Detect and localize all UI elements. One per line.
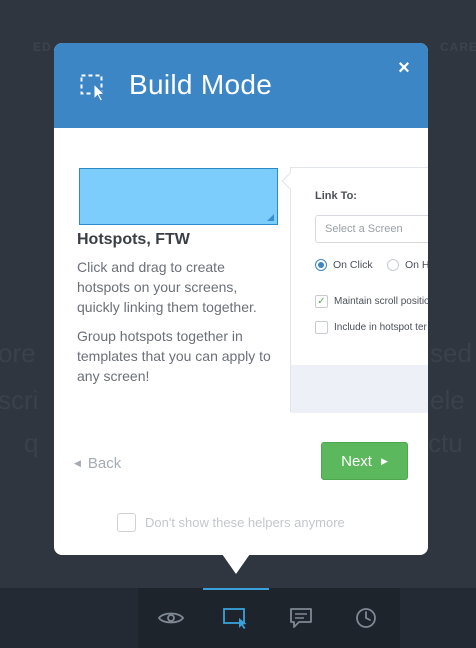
checkbox-label: Maintain scroll positio (334, 295, 428, 307)
background-nav-item: CARE (440, 40, 476, 54)
modal-header: Build Mode × (54, 43, 428, 128)
dont-show-label: Don't show these helpers anymore (145, 515, 345, 530)
modal-title: Build Mode (129, 69, 273, 100)
build-tool[interactable] (203, 588, 269, 648)
build-mode-icon (223, 608, 247, 629)
radio-unchecked-icon (387, 259, 399, 271)
eye-icon (158, 612, 184, 624)
hotspot-cursor-icon (80, 74, 106, 102)
history-tool[interactable] (333, 588, 399, 648)
background-nav-item: ED (33, 40, 52, 54)
checkbox-label: Include in hotspot ter (334, 321, 427, 333)
next-button[interactable]: Next ▶ (321, 442, 408, 480)
arrow-right-icon: ▶ (380, 455, 388, 466)
background-text: ele (430, 385, 465, 415)
feature-description: Click and drag to create hotspots on you… (77, 259, 257, 315)
comment-icon (290, 608, 312, 628)
radio-on-hover: On H (387, 258, 428, 272)
next-label: Next (341, 452, 372, 470)
comment-tool[interactable] (268, 588, 334, 648)
check-icon: ✓ (315, 294, 328, 308)
background-text: ore (0, 338, 36, 368)
arrow-left-icon: ◀ (74, 457, 81, 468)
checkbox-empty-icon (315, 320, 328, 334)
history-icon (356, 608, 376, 628)
radio-label: On H (405, 259, 428, 271)
build-mode-helper-modal: Build Mode × Hotspots, FTW Click and dra… (54, 43, 428, 555)
toolbar-tools (138, 588, 400, 648)
feature-title: Hotspots, FTW (77, 231, 190, 248)
resize-handle-icon (267, 214, 274, 221)
checkbox-empty-icon (117, 513, 136, 532)
back-button[interactable]: ◀ Back (74, 453, 121, 473)
background-text: sed (430, 338, 472, 368)
panel-footer (291, 365, 428, 413)
background-text: scri (0, 385, 39, 415)
background-text: ctu (428, 428, 463, 458)
radio-on-click: On Click (315, 258, 373, 272)
screen-select-preview: Select a Screen (315, 215, 428, 243)
link-panel-preview: Link To: Select a Screen On Click On H ✓… (281, 167, 428, 413)
feature-description-secondary: Group hotspots together in templates tha… (77, 328, 271, 384)
back-label: Back (87, 454, 122, 472)
radio-checked-icon (315, 259, 327, 271)
modal-pointer (222, 554, 250, 574)
checkbox-maintain-scroll: ✓ Maintain scroll positio (315, 294, 428, 308)
link-to-label: Link To: (315, 190, 357, 202)
hotspot-example (79, 168, 278, 225)
radio-label: On Click (333, 259, 373, 271)
panel-notch (281, 172, 299, 190)
checkbox-include-template: Include in hotspot ter (315, 320, 427, 334)
bottom-toolbar (0, 588, 476, 648)
background-text: q (24, 428, 39, 458)
dont-show-helpers-checkbox[interactable]: Don't show these helpers anymore (117, 513, 345, 532)
preview-tool[interactable] (138, 588, 204, 648)
close-button[interactable]: × (394, 57, 414, 79)
